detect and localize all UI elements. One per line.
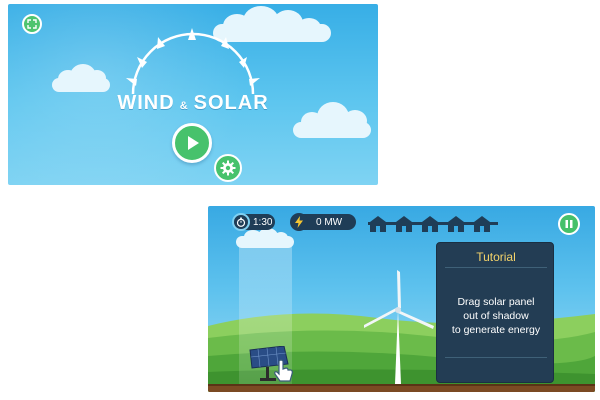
game-screen: 1:30 0 MW Tutorial Drag solar panel out … [208,206,595,392]
lightning-icon [295,216,303,228]
tutorial-text: Drag solar panel out of shadow to genera… [437,295,555,337]
title-word-wind: WIND [117,92,175,114]
tutorial-title: Tutorial [476,250,516,264]
stopwatch-icon [236,217,246,227]
game-title: WIND & SOLAR [108,92,278,116]
play-button[interactable] [172,123,212,163]
stopwatch-badge [232,213,250,231]
timer-value: 1:30 [253,216,273,228]
hand-pointer-icon [274,359,293,382]
wind-turbine [364,270,434,384]
tutorial-panel: Tutorial Drag solar panel out of shadow … [436,242,554,383]
houses-row [368,214,498,232]
title-word-solar: SOLAR [193,92,269,114]
shadow-cloud [236,228,296,248]
title-screen: WIND & SOLAR [8,4,378,185]
tutorial-line: to generate energy [451,324,541,336]
energy-value: 0 MW [316,216,343,228]
pause-button[interactable] [558,213,580,235]
tutorial-line: Drag solar panel [457,296,535,308]
tutorial-divider-top [445,267,547,268]
title-ampersand: & [179,100,189,112]
pause-icon [565,220,573,228]
play-icon [188,136,199,150]
house-row-icon [368,216,498,232]
settings-button[interactable] [214,154,242,182]
tutorial-divider-bottom [445,357,547,358]
gear-icon [220,160,236,176]
lightning-badge [290,213,308,231]
tutorial-line: out of shadow [463,310,529,322]
ground-strip [208,384,595,392]
